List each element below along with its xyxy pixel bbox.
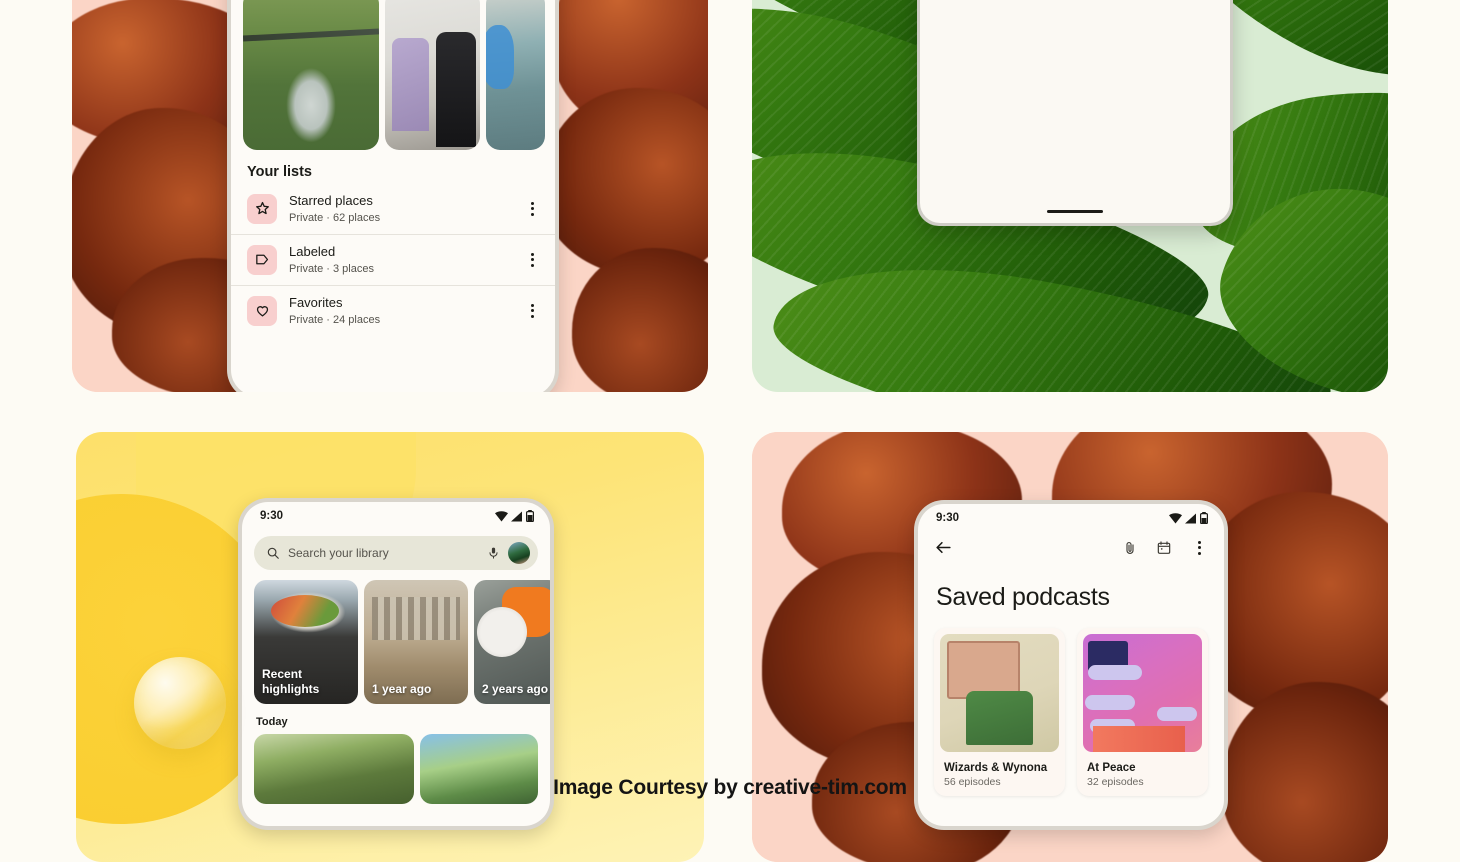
label-icon [247, 244, 277, 275]
podcast-artwork [1083, 634, 1202, 752]
list-item-title: Labeled [289, 243, 336, 259]
panel-your-lists: 9:30 Your lists [72, 0, 708, 392]
list-item-text: Favorites Private · 24 places [289, 294, 523, 328]
highlight-caption: Recent highlights [262, 667, 320, 696]
photo-thumbnail[interactable] [486, 0, 545, 150]
highlight-card-2-years[interactable]: 2 years ago [474, 580, 550, 704]
podcast-artwork [940, 634, 1059, 752]
decorative-sphere [134, 657, 226, 749]
bottom-sheet-content: Location access Haptics Location access [920, 0, 1230, 223]
section-title-your-lists: Your lists [247, 164, 312, 180]
status-bar-time: 9:30 [936, 512, 960, 524]
list-item-text: Labeled Private · 3 places [289, 243, 523, 277]
status-bar-icons [1169, 512, 1208, 524]
status-bar: 9:30 [918, 504, 1224, 528]
list-item-subtitle: Private · 24 places [289, 313, 381, 326]
heart-icon [247, 295, 277, 326]
coral-shape [572, 248, 708, 392]
list-item-labeled[interactable]: Labeled Private · 3 places [231, 233, 555, 285]
cloud-shape [1090, 718, 1136, 734]
more-options-icon[interactable] [523, 302, 541, 320]
app-bar [918, 528, 1224, 561]
list-item-title: Favorites [289, 294, 343, 310]
phone-screen: 9:30 Your lists [231, 0, 555, 392]
photo-strip [231, 0, 555, 150]
highlight-caption: 1 year ago [372, 681, 432, 696]
cloud-shape [1085, 695, 1136, 710]
star-icon [247, 193, 277, 224]
more-options-icon[interactable] [523, 251, 541, 269]
photo-image-trampoline [243, 0, 379, 150]
screenshot-stage: 9:30 Your lists [0, 0, 1460, 862]
signal-icon [511, 511, 522, 521]
photo-thumbnail[interactable] [384, 0, 481, 150]
highlight-caption: 2 years ago [482, 681, 549, 696]
sheet-empty-area [920, 0, 1230, 210]
highlight-card-recent[interactable]: Recent highlights [254, 580, 358, 704]
battery-lock-icon [526, 510, 534, 522]
calendar-icon[interactable] [1156, 540, 1172, 556]
podcast-title: Wizards & Wynona [944, 762, 1048, 774]
more-options-icon[interactable] [523, 200, 541, 218]
home-indicator[interactable] [1047, 210, 1103, 213]
podcast-grid: Wizards & Wynona 56 episodes At Peace 32… [918, 618, 1224, 796]
photo-image-kiss [486, 0, 545, 150]
paperclip-icon[interactable] [1122, 540, 1138, 556]
watermark: Image Courtesy by creative-tim.com [553, 776, 907, 799]
highlights-strip: Recent highlights 1 year ago 2 years ago [242, 570, 550, 704]
highlight-card-1-year[interactable]: 1 year ago [364, 580, 468, 704]
coral-shape [1222, 682, 1388, 862]
photo-thumbnail[interactable] [243, 0, 379, 150]
list-item-subtitle: Private · 62 places [289, 212, 381, 224]
search-placeholder: Search your library [288, 546, 389, 560]
battery-icon [1200, 512, 1208, 524]
avatar[interactable] [508, 542, 530, 564]
photo-image-dancing [384, 0, 481, 150]
panel-settings-sheet: Location access Haptics Location access [752, 0, 1388, 392]
back-arrow-icon[interactable] [934, 538, 953, 557]
podcast-card-at-peace[interactable]: At Peace 32 episodes [1077, 628, 1208, 796]
cloud-shape [1087, 664, 1143, 680]
list-item-subtitle: Private · 3 places [289, 262, 374, 275]
more-options-icon[interactable] [1190, 539, 1208, 557]
search-input[interactable]: Search your library [254, 536, 538, 570]
bottom-sheet: Location access Haptics Location access [917, 0, 1233, 226]
page-title: Saved podcasts [936, 583, 1110, 611]
search-icon [267, 547, 279, 559]
coral-shape [542, 88, 708, 278]
wifi-icon [495, 510, 508, 521]
list-item-starred-places[interactable]: Starred places Private · 62 places [231, 184, 555, 234]
signal-icon [1185, 513, 1196, 523]
list-item-text: Starred places Private · 62 places [289, 192, 523, 226]
podcast-title: At Peace [1087, 762, 1136, 774]
section-title-today: Today [256, 716, 288, 728]
list-item-title: Starred places [289, 193, 373, 208]
cloud-shape [1156, 707, 1198, 722]
phone-mockup-lists: 9:30 Your lists [227, 0, 559, 392]
status-bar: 9:30 [242, 502, 550, 526]
status-bar-icons [495, 510, 534, 522]
wifi-icon [1169, 512, 1182, 523]
status-bar-time: 9:30 [260, 510, 284, 522]
podcast-card-wizards-wynona[interactable]: Wizards & Wynona 56 episodes [934, 628, 1065, 796]
list-item-favorites[interactable]: Favorites Private · 24 places [231, 284, 555, 336]
mic-icon[interactable] [487, 545, 500, 561]
